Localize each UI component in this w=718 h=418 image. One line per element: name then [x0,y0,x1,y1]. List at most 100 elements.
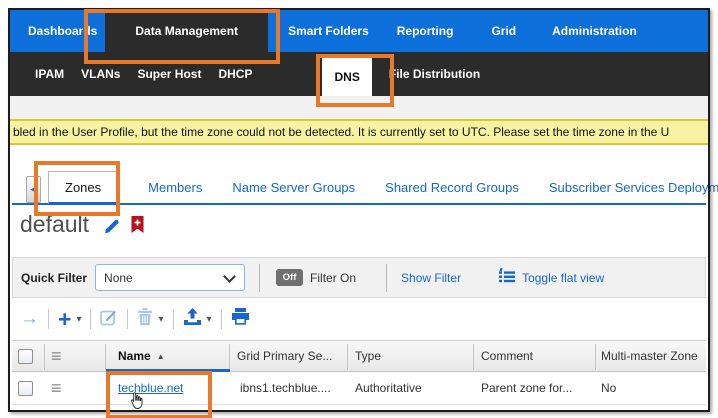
tab-scroll-left-button[interactable]: ◀ [26,176,41,203]
main-navbar: Dashboards Data Management Smart Folders… [10,10,708,52]
column-header-multi-master[interactable]: Multi-master Zone [601,341,698,371]
plus-icon: + [58,309,71,329]
subnav-dhcp[interactable]: DHCP [218,67,252,81]
hamburger-icon[interactable]: ≡ [51,347,62,365]
divider [259,264,260,292]
column-separator [347,344,348,370]
tab-shared-record-groups[interactable]: Shared Record Groups [385,180,519,205]
nav-data-management[interactable]: Data Management [105,10,268,52]
column-name-label: Name [118,349,151,363]
toggle-flat-view-label: Toggle flat view [522,271,604,285]
cell-type: Authoritative [355,372,422,404]
quick-filter-selected-value: None [104,271,133,285]
caret-down-icon: ▾ [76,314,81,325]
cell-grid-primary: ibns1.techblue.... [240,372,331,404]
chevron-left-icon: ◀ [30,184,37,195]
subnav-vlans[interactable]: VLANs [81,67,120,81]
filter-on-label: Filter On [310,271,356,285]
subnav-super-host[interactable]: Super Host [137,67,201,81]
edit-icon [100,308,118,331]
subnav-dns-label: DNS [334,70,359,84]
column-separator [229,344,230,370]
add-bookmark-button[interactable] [130,215,145,239]
nav-reporting[interactable]: Reporting [397,24,454,38]
sort-ascending-icon: ▲ [157,352,165,361]
divider [48,309,49,329]
select-all-cell [18,341,33,371]
sub-navbar: IPAM VLANs Super Host DHCP DNS File Dist… [10,52,708,96]
quick-filter-label: Quick Filter [21,271,87,285]
divider [127,309,128,329]
column-comment-label: Comment [481,349,533,363]
caret-down-icon: ▾ [158,314,163,325]
cell-multi-master: No [601,372,616,404]
quick-filter-bar: Quick Filter None Off Filter On Show Fil… [12,257,706,298]
navigate-arrow-button[interactable]: → [20,309,39,329]
filter-off-toggle[interactable]: Off [276,269,303,286]
arrow-right-icon: → [20,309,39,329]
column-separator [473,344,474,370]
quick-filter-dropdown[interactable]: None [95,264,245,291]
subnav-dns[interactable]: DNS [322,57,371,96]
dns-view-title: default [20,211,89,238]
cell-comment: Parent zone for... [481,372,572,404]
app-window: Dashboards Data Management Smart Folders… [0,0,718,418]
show-filter-link[interactable]: Show Filter [401,271,461,285]
header-spacer [10,96,708,119]
trash-icon [137,308,153,331]
column-type-label: Type [355,349,381,363]
column-grid-primary-label: Grid Primary Se... [237,349,332,363]
content-area: ◀ Zones Members Name Server Groups Share… [10,145,708,408]
upload-button[interactable]: ▾ [183,308,212,330]
column-separator [595,344,596,370]
subnav-ipam[interactable]: IPAM [35,67,64,81]
toggle-flat-view-button[interactable]: Toggle flat view [499,268,604,288]
column-header-type[interactable]: Type [355,341,381,371]
pencil-icon [102,223,121,240]
edit-view-button[interactable] [102,217,121,241]
row-select-cell [18,372,33,404]
nav-smart-folders[interactable]: Smart Folders [288,24,369,38]
flat-list-icon [499,268,516,288]
nav-grid[interactable]: Grid [491,24,516,38]
zone-name-link[interactable]: techblue.net [118,381,183,395]
divider [221,309,222,329]
header-menu-cell: ≡ [51,341,62,371]
delete-button[interactable]: ▾ [137,308,163,331]
divider [386,264,387,292]
select-all-checkbox[interactable] [18,349,33,364]
column-separator [105,344,106,370]
timezone-warning-text: bled in the User Profile, but the time z… [10,125,669,139]
zones-table-header: ≡ Name ▲ Grid Primary Se... Type Comment… [12,340,706,372]
row-checkbox[interactable] [18,381,33,396]
row-menu-cell: ≡ [51,372,62,404]
hamburger-icon[interactable]: ≡ [51,379,62,397]
caret-down-icon: ▾ [207,314,212,325]
nav-administration[interactable]: Administration [552,24,637,38]
grid-toolbar: → +▾ ▾ ▾ [20,304,250,334]
tab-name-server-groups[interactable]: Name Server Groups [232,180,355,205]
add-button[interactable]: +▾ [58,309,81,329]
bookmark-plus-icon [130,221,145,238]
view-tabs: Zones Members Name Server Groups Shared … [48,172,718,205]
divider [90,309,91,329]
table-row[interactable]: ≡ techblue.net ibns1.techblue.... Author… [12,372,706,405]
dropdown-chevron-icon [223,270,236,283]
print-icon [231,308,250,330]
divider [173,309,174,329]
column-header-name[interactable]: Name ▲ [118,341,165,371]
nav-dashboards[interactable]: Dashboards [28,24,97,38]
timezone-warning-banner: bled in the User Profile, but the time z… [10,119,708,145]
tab-zones[interactable]: Zones [48,171,118,205]
upload-icon [183,308,202,330]
column-multi-master-label: Multi-master Zone [601,349,698,363]
subnav-file-distribution[interactable]: File Distribution [389,67,480,81]
edit-button[interactable] [100,308,118,331]
nav-data-management-label: Data Management [135,24,238,38]
column-separator [44,344,45,370]
tab-subscriber-services[interactable]: Subscriber Services Deploym [549,180,718,205]
column-header-grid-primary[interactable]: Grid Primary Se... [237,341,332,371]
column-header-comment[interactable]: Comment [481,341,533,371]
tab-members[interactable]: Members [148,180,202,205]
print-button[interactable] [231,308,250,330]
